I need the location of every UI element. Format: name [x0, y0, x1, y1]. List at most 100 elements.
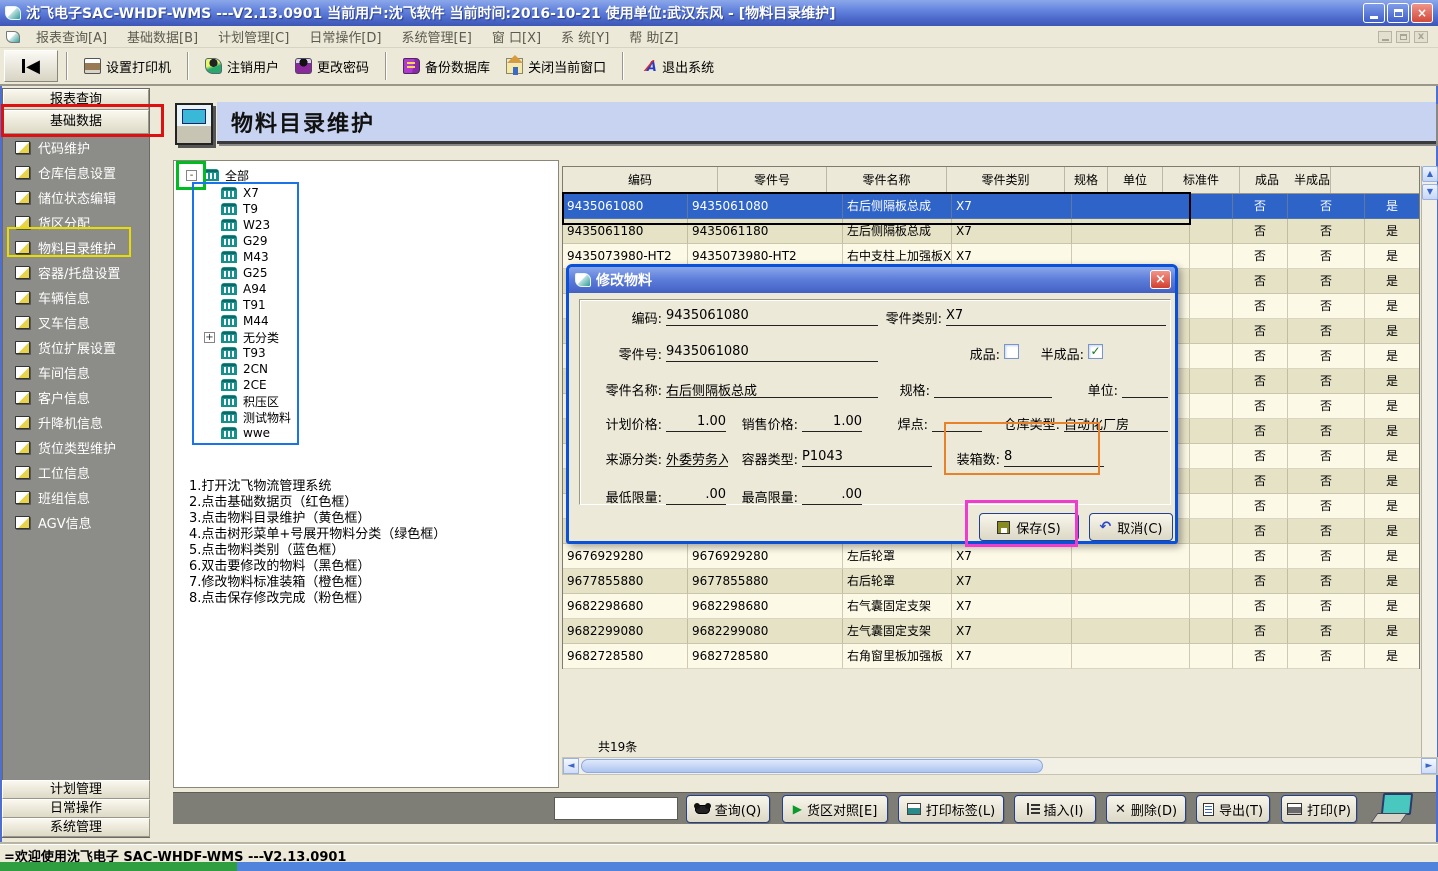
dialog-icon	[575, 273, 591, 287]
horizontal-scrollbar[interactable]: ◄ ►	[562, 757, 1438, 775]
sidebar-item-label: 工位信息	[38, 463, 90, 482]
instruction-line: 1.打开沈飞物流管理系统	[189, 479, 446, 495]
delete-button[interactable]: ✕删除(D)	[1106, 795, 1186, 823]
print-label-button[interactable]: 打印标签(L)	[898, 795, 1004, 823]
column-header[interactable]: 成品	[1240, 167, 1294, 193]
vertical-scrollbar[interactable]: ▲ ▼	[1421, 166, 1437, 757]
column-header[interactable]: 零件号	[718, 167, 827, 193]
cancel-button[interactable]: ↶取消(C)	[1089, 513, 1173, 541]
source-field[interactable]: 外委劳务入	[666, 449, 728, 467]
scroll-down-icon[interactable]: ▼	[1422, 184, 1438, 200]
sidebar-item[interactable]: 客户信息	[3, 385, 149, 410]
scrollbar-thumb[interactable]	[581, 759, 1043, 773]
back-button[interactable]: ◀	[4, 50, 58, 82]
cell-finished: 否	[1288, 394, 1365, 419]
menu-item[interactable]: 日常操作[D]	[299, 25, 391, 48]
sidebar-item[interactable]: 工位信息	[3, 460, 149, 485]
search-input[interactable]	[554, 797, 678, 820]
mdi-close-icon[interactable]: x	[1414, 31, 1428, 43]
change-password-button[interactable]: 更改密码	[287, 53, 377, 80]
column-header[interactable]: 零件类别	[947, 167, 1065, 193]
column-header[interactable]: 半成品	[1294, 167, 1331, 193]
sidebar-section-plan[interactable]: 计划管理	[2, 780, 150, 799]
column-header[interactable]: 编码	[563, 167, 718, 193]
sidebar-section-system[interactable]: 系统管理	[2, 818, 150, 837]
annotation-box-pink	[965, 500, 1078, 547]
export-button[interactable]: 导出(T)	[1196, 795, 1270, 823]
sale-price-field[interactable]: 1.00	[802, 414, 862, 432]
sidebar-item[interactable]: 叉车信息	[3, 310, 149, 335]
close-button[interactable]: ×	[1411, 3, 1433, 23]
zone-compare-button[interactable]: ▶货区对照[E]	[782, 795, 888, 823]
insert-button[interactable]: 插入(I)	[1014, 795, 1096, 823]
dialog-title: 修改物料	[596, 270, 652, 290]
cell-category: X7	[952, 569, 1072, 594]
close-current-window-button[interactable]: 关闭当前窗口	[498, 53, 614, 80]
part-no-field[interactable]: 9435061080	[666, 344, 878, 362]
scroll-right-icon[interactable]: ►	[1421, 758, 1437, 774]
menu-item[interactable]: 计划管理[C]	[208, 25, 299, 48]
name-field[interactable]: 右后侧隔板总成	[666, 380, 878, 398]
label-printer-icon	[907, 803, 921, 815]
cell-semi-finished: 是	[1365, 244, 1419, 269]
menu-item[interactable]: 报表查询[A]	[26, 25, 117, 48]
menu-item[interactable]: 系 统[Y]	[551, 25, 619, 48]
print-button[interactable]: 打印(P)	[1281, 795, 1357, 823]
min-limit-field[interactable]: .00	[666, 487, 726, 505]
cell-finished: 否	[1288, 519, 1365, 544]
query-button[interactable]: 查询(Q)	[686, 795, 770, 823]
menu-item[interactable]: 基础数据[B]	[117, 25, 208, 48]
cell-semi-finished: 是	[1365, 369, 1419, 394]
column-header[interactable]: 标准件	[1163, 167, 1240, 193]
sidebar-item[interactable]: 车辆信息	[3, 285, 149, 310]
backup-database-button[interactable]: 备份数据库	[395, 53, 498, 80]
sidebar-item[interactable]: 储位状态编辑	[3, 185, 149, 210]
plan-price-field[interactable]: 1.00	[666, 414, 726, 432]
record-count: 共19条	[598, 738, 637, 755]
sidebar-item[interactable]: 代码维护	[3, 135, 149, 160]
mdi-restore-icon[interactable]	[1396, 31, 1410, 43]
table-row[interactable]: 9682728580 9682728580 右角窗里板加强板 X7 否 否 是	[563, 644, 1419, 669]
table-row[interactable]: 9682298680 9682298680 右气囊固定支架 X7 否 否 是	[563, 594, 1419, 619]
sidebar-item[interactable]: 货位类型维护	[3, 435, 149, 460]
mdi-minimize-icon[interactable]	[1378, 31, 1392, 43]
sidebar-item[interactable]: 升降机信息	[3, 410, 149, 435]
category-field[interactable]: X7	[946, 308, 1166, 326]
finished-checkbox[interactable]	[1004, 344, 1019, 359]
scroll-left-icon[interactable]: ◄	[563, 758, 579, 774]
sidebar-item[interactable]: 容器/托盘设置	[3, 260, 149, 285]
max-limit-field[interactable]: .00	[802, 487, 862, 505]
table-row[interactable]: 9682299080 9682299080 左气囊固定支架 X7 否 否 是	[563, 619, 1419, 644]
sidebar-item[interactable]: 仓库信息设置	[3, 160, 149, 185]
page-title: 物料目录维护	[217, 106, 375, 138]
table-row[interactable]: 9676929280 9676929280 左后轮罩 X7 否 否 是	[563, 544, 1419, 569]
sidebar-section-daily[interactable]: 日常操作	[2, 799, 150, 818]
sidebar-item[interactable]: AGV信息	[3, 510, 149, 535]
table-row[interactable]: 9677855880 9677855880 右后轮罩 X7 否 否 是	[563, 569, 1419, 594]
minimize-button[interactable]	[1363, 3, 1385, 23]
menu-item[interactable]: 系统管理[E]	[392, 25, 482, 48]
cell-part-no: 9676929280	[688, 544, 843, 569]
semi-finished-checkbox[interactable]: ✓	[1088, 344, 1103, 359]
insert-icon	[1027, 803, 1039, 815]
logout-user-button[interactable]: 注销用户	[197, 53, 287, 80]
sidebar-item[interactable]: 货位扩展设置	[3, 335, 149, 360]
unit-field[interactable]	[1122, 380, 1168, 398]
column-header[interactable]: 规格	[1065, 167, 1108, 193]
spec-field[interactable]	[934, 380, 1052, 398]
menu-item[interactable]: 窗 口[X]	[482, 25, 551, 48]
code-field[interactable]: 9435061080	[666, 308, 878, 326]
column-header[interactable]: 单位	[1108, 167, 1163, 193]
container-type-field[interactable]: P1043	[802, 449, 932, 467]
exit-system-button[interactable]: A退出系统	[632, 53, 722, 80]
set-printer-button[interactable]: 设置打印机	[76, 53, 179, 80]
cell-semi-finished: 是	[1365, 319, 1419, 344]
cell-semi-finished: 是	[1365, 269, 1419, 294]
sidebar-item[interactable]: 车间信息	[3, 360, 149, 385]
scroll-up-icon[interactable]: ▲	[1422, 166, 1438, 182]
dialog-close-button[interactable]: ×	[1150, 270, 1171, 289]
restore-button[interactable]	[1387, 3, 1409, 23]
menu-item[interactable]: 帮 助[Z]	[619, 25, 688, 48]
column-header[interactable]: 零件名称	[827, 167, 947, 193]
sidebar-item[interactable]: 班组信息	[3, 485, 149, 510]
